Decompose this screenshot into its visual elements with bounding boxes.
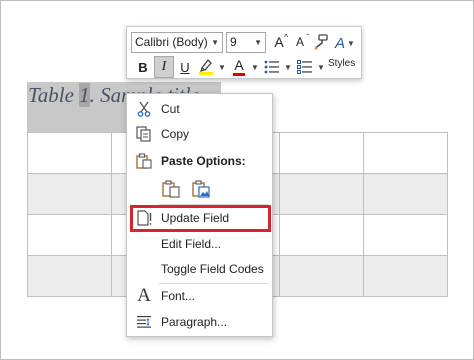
paste-options-row — [159, 178, 219, 200]
table-cell[interactable] — [279, 132, 364, 174]
table-cell[interactable] — [279, 255, 364, 297]
copy-icon — [127, 126, 161, 142]
menu-item-label: Font... — [161, 289, 196, 303]
mini-toolbar-row-2: B I U ▼ A ▼ ▼ ▼ — [133, 55, 328, 79]
caret-down-icon: ˇ — [306, 33, 309, 42]
menu-item-label: Toggle Field Codes — [161, 262, 264, 276]
chevron-down-icon: ▼ — [347, 38, 355, 48]
numbering-button[interactable] — [295, 56, 315, 78]
table-cell[interactable] — [363, 255, 448, 297]
grow-font-button[interactable]: A ^ — [269, 31, 289, 53]
shrink-font-button[interactable]: Aˇ — [290, 31, 310, 53]
format-painter-button[interactable] — [311, 31, 331, 53]
paste-picture-icon — [192, 180, 210, 198]
menu-item-copy[interactable]: Copy — [127, 122, 272, 146]
menu-item-edit-field[interactable]: Edit Field... — [127, 232, 272, 256]
clipboard-icon — [127, 153, 161, 169]
shrink-font-icon: A — [295, 35, 304, 49]
chevron-down-icon[interactable]: ▼ — [283, 56, 293, 78]
menu-item-label: Edit Field... — [161, 237, 222, 251]
update-field-highlight — [130, 205, 271, 232]
menu-item-paste-options: Paste Options: — [127, 149, 272, 173]
styles-icon: A — [335, 34, 346, 52]
scissors-icon — [127, 101, 161, 117]
table-cell[interactable] — [363, 173, 448, 215]
bullets-icon — [264, 60, 279, 74]
underline-button[interactable]: U — [175, 56, 195, 78]
font-color-swatch — [233, 73, 245, 76]
menu-item-paragraph[interactable]: Paragraph... — [127, 310, 272, 334]
menu-item-label: Cut — [161, 102, 180, 116]
font-color-button[interactable]: A — [229, 56, 249, 78]
table-cell[interactable] — [279, 214, 364, 256]
paste-keep-formatting-button[interactable] — [159, 178, 183, 200]
menu-item-font[interactable]: A Font... — [127, 284, 272, 308]
mini-toolbar: Calibri (Body) ▼ 9 ▼ A ^ Aˇ B I U ▼ A ▼ … — [126, 26, 362, 79]
bullets-button[interactable] — [262, 56, 282, 78]
mini-toolbar-row-1: Calibri (Body) ▼ 9 ▼ A ^ Aˇ — [131, 30, 332, 54]
paste-keep-formatting-icon — [162, 180, 180, 198]
highlight-button[interactable] — [196, 56, 216, 78]
table-cell[interactable] — [27, 214, 112, 256]
format-painter-icon — [314, 34, 328, 50]
table-cell[interactable] — [363, 214, 448, 256]
font-name-combo[interactable]: Calibri (Body) ▼ — [131, 31, 223, 53]
menu-item-label: Paste Options: — [161, 154, 246, 168]
bold-button[interactable]: B — [133, 56, 153, 78]
table-cell[interactable] — [27, 255, 112, 297]
numbering-icon — [297, 60, 312, 74]
paste-picture-button[interactable] — [189, 178, 213, 200]
menu-item-label: Copy — [161, 127, 190, 141]
styles-label: Styles — [328, 58, 356, 69]
caret-up-icon: ^ — [284, 33, 288, 42]
menu-item-cut[interactable]: Cut — [127, 97, 272, 121]
paragraph-icon — [127, 315, 161, 329]
table-cell[interactable] — [27, 132, 112, 174]
highlighter-icon — [199, 59, 213, 75]
chevron-down-icon[interactable]: ▼ — [316, 56, 326, 78]
caption-field-number[interactable]: 1 — [79, 83, 90, 107]
font-icon: A — [137, 285, 151, 306]
chevron-down-icon[interactable]: ▼ — [217, 56, 227, 78]
font-size-value: 9 — [230, 35, 237, 49]
font-color-icon: A — [234, 57, 244, 73]
table-cell[interactable] — [279, 173, 364, 215]
table-cell[interactable] — [363, 132, 448, 174]
grow-font-icon: A — [274, 34, 284, 50]
chevron-down-icon: ▼ — [211, 37, 219, 47]
chevron-down-icon[interactable]: ▼ — [250, 56, 260, 78]
menu-item-toggle-field-codes[interactable]: Toggle Field Codes — [127, 257, 272, 281]
caption-prefix: Table — [28, 83, 80, 107]
font-size-combo[interactable]: 9 ▼ — [226, 31, 266, 53]
chevron-down-icon: ▼ — [254, 37, 262, 47]
font-name-value: Calibri (Body) — [135, 35, 208, 49]
italic-button[interactable]: I — [154, 56, 174, 78]
styles-button[interactable]: A ▼ — [331, 32, 359, 54]
menu-item-label: Paragraph... — [161, 315, 228, 329]
table-cell[interactable] — [27, 173, 112, 215]
